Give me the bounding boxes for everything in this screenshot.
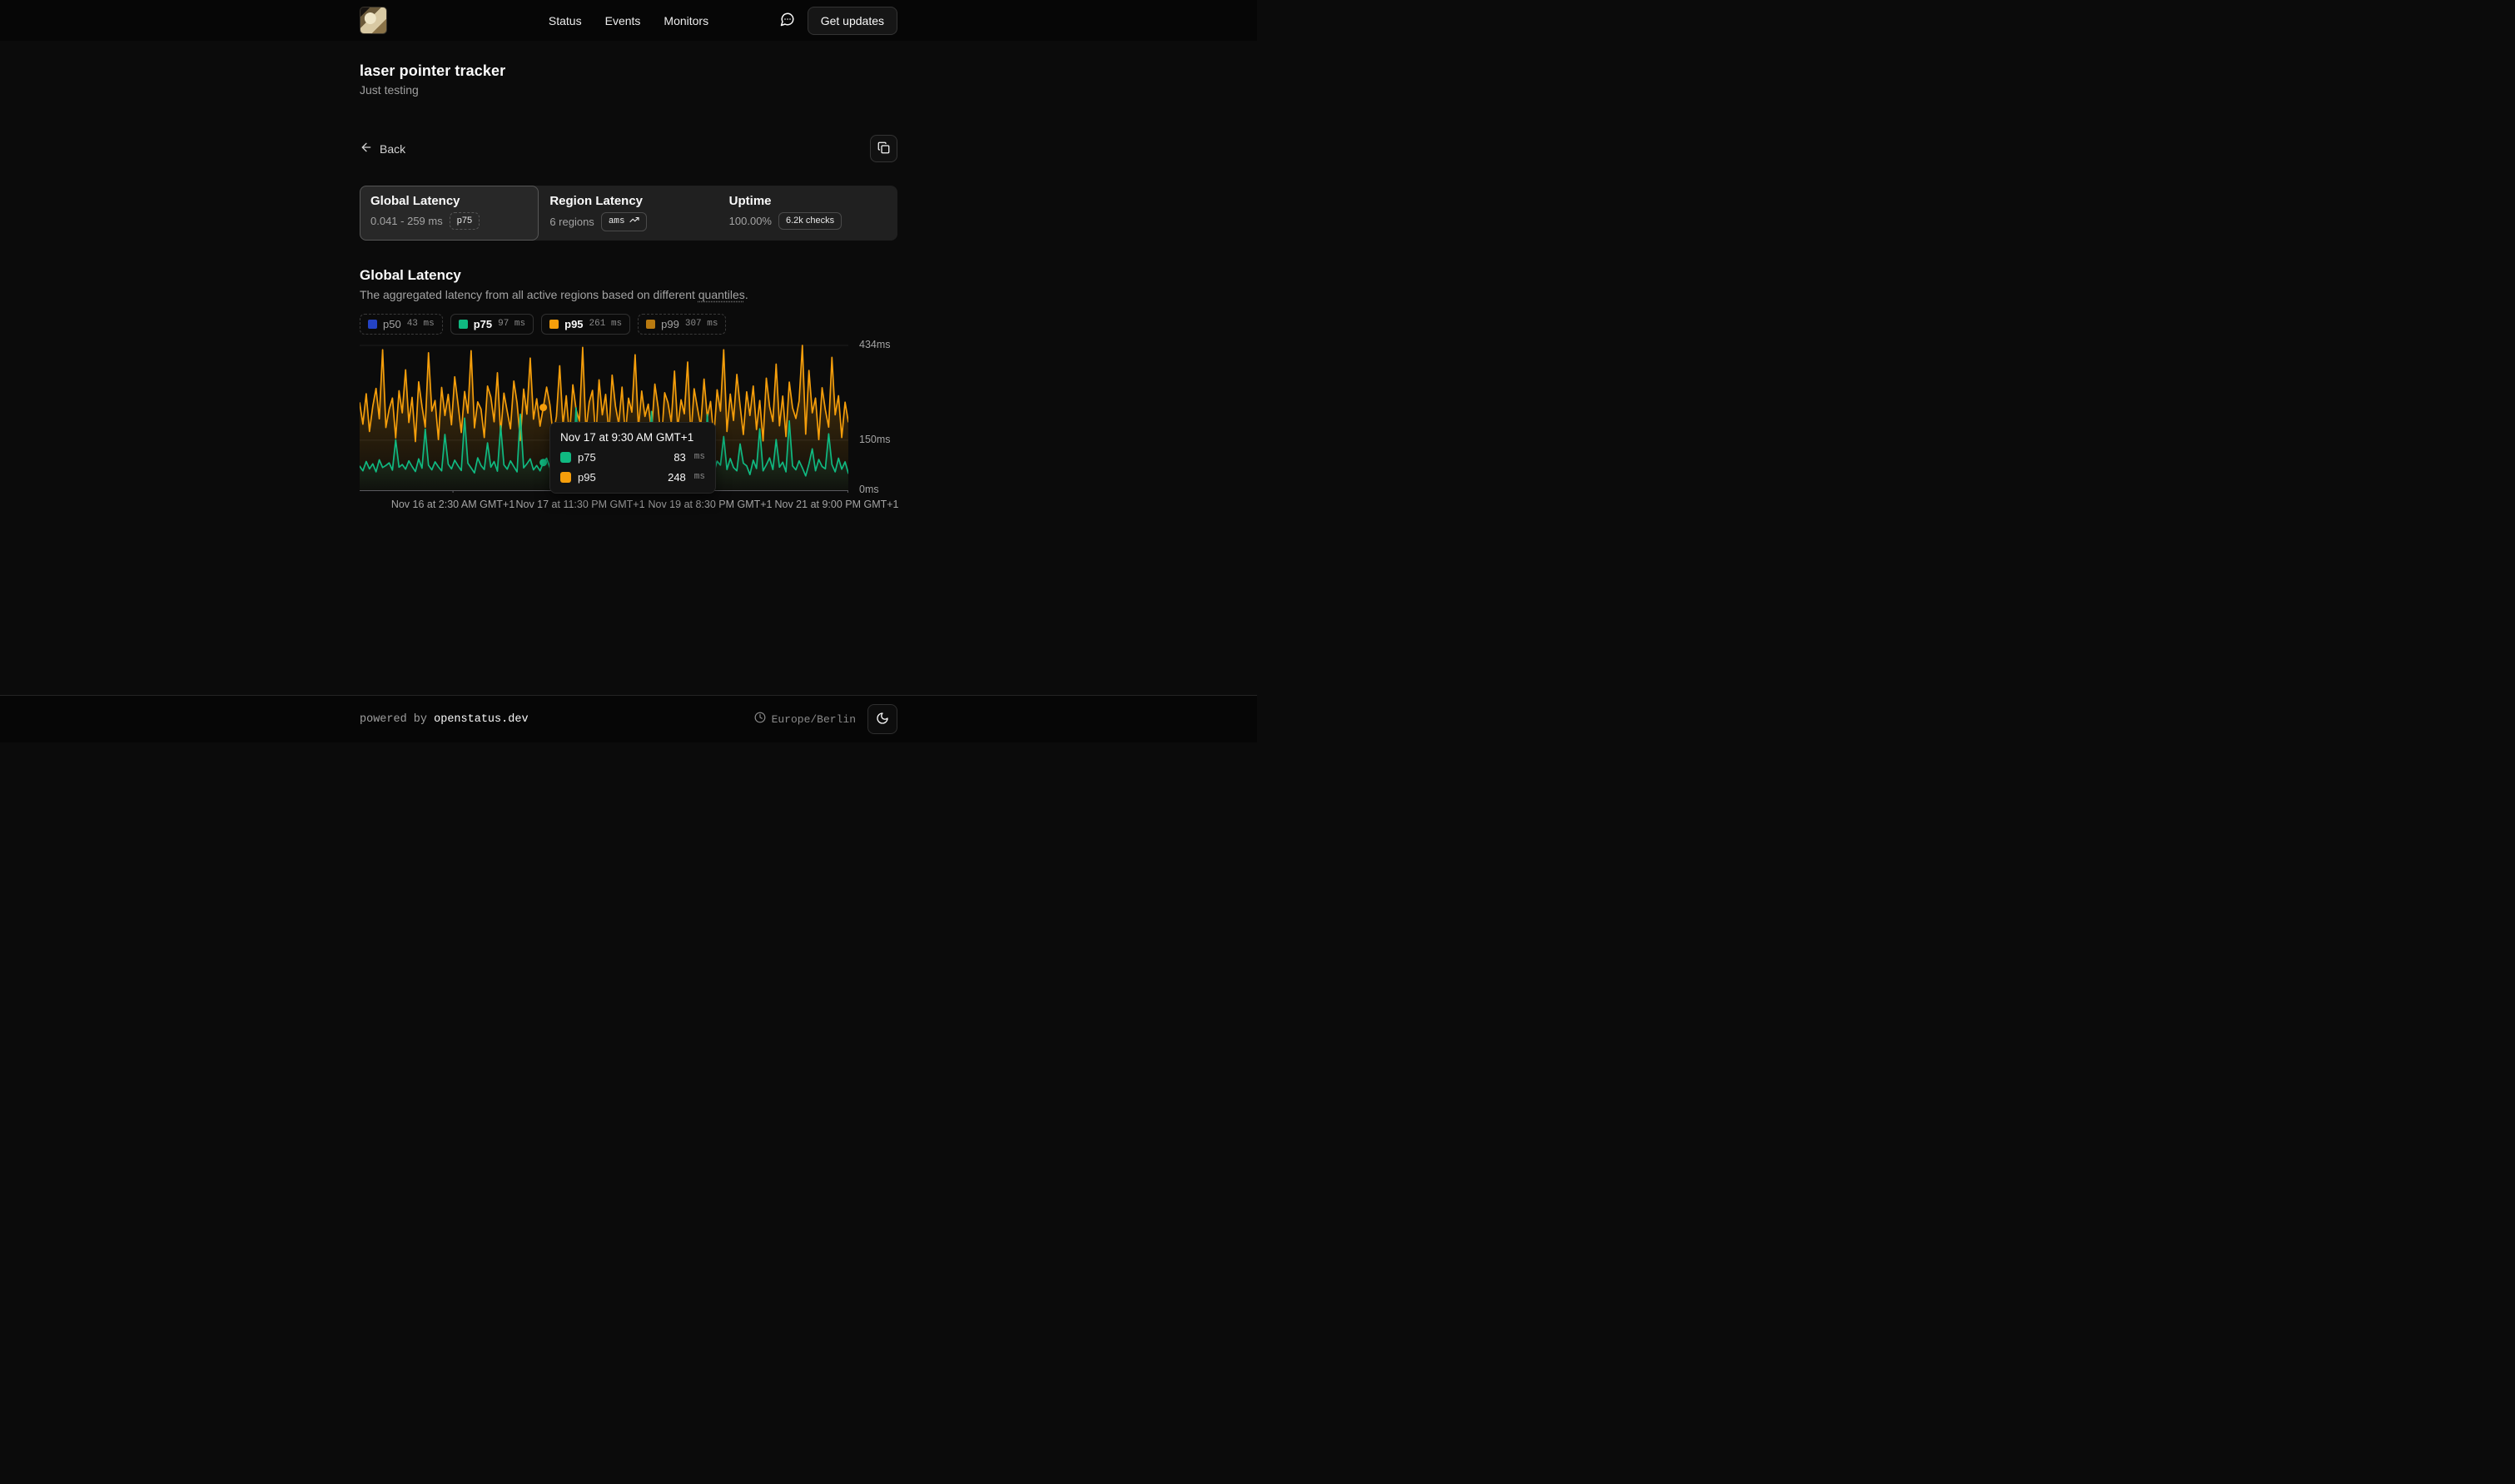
nav-links: Status Events Monitors [549, 14, 708, 27]
metric-tabs: Global Latency 0.041 - 259 ms p75 Region… [360, 186, 897, 241]
legend-toggle[interactable]: p95 261 ms [541, 314, 630, 335]
feedback-chat-button[interactable] [780, 12, 795, 29]
latency-chart[interactable]: 434ms 150ms 0ms Nov 17 at 9:30 AM GMT+1 p7… [360, 340, 897, 493]
chart-tooltip: Nov 17 at 9:30 AM GMT+1 p75 83 ms p95 24… [549, 422, 716, 494]
legend-label: p95 [564, 318, 583, 330]
nav-link[interactable]: Monitors [664, 14, 708, 27]
legend-toggle[interactable]: p50 43 ms [360, 314, 443, 335]
page-footer: powered by openstatus.dev Europe/Berlin [0, 695, 1257, 742]
quantiles-link[interactable]: quantiles [698, 288, 745, 301]
x-tick-label: Nov 17 at 11:30 PM GMT+1 [515, 499, 644, 510]
back-label: Back [380, 142, 405, 156]
region-code: ams [609, 216, 625, 228]
tooltip-unit: ms [694, 472, 705, 482]
openstatus-link[interactable]: openstatus.dev [434, 713, 528, 726]
page-title: laser pointer tracker [360, 62, 897, 80]
tooltip-series-label: p95 [578, 471, 596, 484]
message-circle-icon [780, 12, 795, 29]
tooltip-value: 83 [673, 451, 685, 464]
nav-link[interactable]: Events [605, 14, 641, 27]
timezone-label: Europe/Berlin [772, 713, 856, 726]
region-badge: ams [601, 212, 647, 231]
timezone: Europe/Berlin [754, 712, 856, 727]
get-updates-button[interactable]: Get updates [808, 7, 897, 35]
tooltip-swatch [560, 472, 571, 483]
main-content: laser pointer tracker Just testing Back [0, 41, 1257, 695]
card-value: 0.041 - 259 ms [370, 215, 443, 227]
card-title: Global Latency [370, 194, 528, 208]
legend-label: p75 [474, 318, 492, 330]
legend-label: p50 [383, 318, 401, 330]
tab-uptime[interactable]: Uptime 100.00% 6.2k checks [718, 186, 897, 241]
tooltip-value: 248 [668, 471, 686, 484]
tooltip-series-label: p75 [578, 451, 596, 464]
x-axis-labels: Nov 16 at 2:30 AM GMT+1Nov 17 at 11:30 P… [360, 497, 848, 512]
legend-swatch [368, 320, 377, 329]
powered-by: powered by openstatus.dev [360, 713, 529, 726]
back-button[interactable]: Back [360, 141, 405, 156]
section-description: The aggregated latency from all active r… [360, 288, 897, 301]
y-tick-label: 434ms [859, 339, 891, 350]
x-tick-label: Nov 16 at 2:30 AM GMT+1 [391, 499, 514, 510]
legend-swatch [646, 320, 655, 329]
tooltip-swatch [560, 452, 571, 463]
tooltip-row: p75 83 ms [560, 451, 705, 464]
theme-toggle-button[interactable] [867, 704, 897, 734]
x-tick-label: Nov 21 at 9:00 PM GMT+1 [774, 499, 898, 510]
logo-image[interactable] [360, 7, 387, 34]
legend-swatch [549, 320, 559, 329]
card-title: Uptime [729, 194, 887, 208]
checks-badge: 6.2k checks [778, 212, 842, 230]
description-period: . [745, 288, 748, 301]
trending-up-icon [629, 215, 639, 229]
legend-value: 307 ms [685, 319, 718, 329]
card-value: 100.00% [729, 215, 772, 227]
tab-region-latency[interactable]: Region Latency 6 regions ams [539, 186, 718, 241]
tab-global-latency[interactable]: Global Latency 0.041 - 259 ms p75 [360, 186, 539, 241]
legend-toggle[interactable]: p99 307 ms [638, 314, 726, 335]
page-subtitle: Just testing [360, 83, 897, 97]
y-axis-labels: 434ms 150ms 0ms [859, 340, 909, 493]
quantile-badge: p75 [450, 212, 480, 230]
clock-icon [754, 712, 766, 727]
legend-label: p99 [661, 318, 679, 330]
arrow-left-icon [360, 141, 373, 156]
x-tick-label: Nov 19 at 8:30 PM GMT+1 [648, 499, 772, 510]
legend-value: 43 ms [407, 319, 435, 329]
tooltip-timestamp: Nov 17 at 9:30 AM GMT+1 [560, 431, 705, 444]
description-text: The aggregated latency from all active r… [360, 288, 698, 301]
nav-link[interactable]: Status [549, 14, 582, 27]
y-tick-label: 0ms [859, 484, 879, 495]
powered-prefix: powered by [360, 713, 434, 726]
y-tick-label: 150ms [859, 434, 891, 445]
moon-icon [876, 712, 889, 727]
legend-toggle[interactable]: p75 97 ms [450, 314, 534, 335]
legend-value: 97 ms [498, 319, 525, 329]
tooltip-unit: ms [694, 452, 705, 462]
copy-icon [877, 141, 890, 156]
chart-legend: p50 43 ms p75 97 ms p95 261 ms p99 307 m… [360, 314, 897, 335]
copy-link-button[interactable] [870, 135, 897, 162]
legend-value: 261 ms [589, 319, 623, 329]
section-title: Global Latency [360, 267, 897, 284]
legend-swatch [459, 320, 468, 329]
card-value: 6 regions [549, 216, 594, 228]
top-nav: Status Events Monitors Get updates [0, 0, 1257, 41]
card-title: Region Latency [549, 194, 707, 208]
tooltip-row: p95 248 ms [560, 471, 705, 484]
